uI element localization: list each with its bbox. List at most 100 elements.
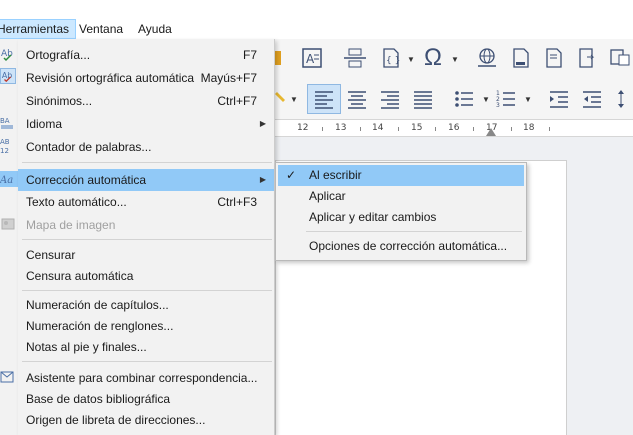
autocorrect-icon: Aa	[0, 171, 18, 187]
menu-item-auto-spellcheck[interactable]: Revisión ortográfica automática Mayús+F7	[18, 67, 274, 89]
menu-item-redact[interactable]: Censurar	[18, 244, 274, 266]
omega-icon[interactable]: Ω	[421, 46, 445, 70]
highlight-icon-partial[interactable]	[275, 88, 287, 112]
justify-icon[interactable]	[411, 88, 435, 112]
menu-item-label: Sinónimos...	[26, 94, 93, 108]
language-icon: BA	[0, 115, 16, 131]
ruler-tick	[511, 127, 512, 131]
menu-item-label: Numeración de capítulos...	[26, 298, 169, 312]
submenu-separator	[306, 231, 522, 232]
image-map-icon	[0, 216, 16, 232]
submenu-arrow-icon: ▶	[259, 175, 266, 184]
menu-item-bibliography-database[interactable]: Base de datos bibliográfica	[18, 388, 274, 410]
globe-icon[interactable]	[475, 47, 499, 71]
submenu-item-label: Aplicar y editar cambios	[309, 210, 437, 224]
menu-item-chapter-numbering[interactable]: Numeración de capítulos...	[18, 294, 274, 316]
auto-spellcheck-icon: Ab	[0, 68, 16, 84]
menu-item-shortcut: Ctrl+F3	[217, 195, 257, 209]
menu-item-label: Texto automático...	[26, 195, 127, 209]
menu-item-label: Asistente para combinar correspondencia.…	[26, 371, 258, 385]
mail-merge-icon	[0, 369, 16, 385]
menu-item-label: Idioma	[26, 117, 63, 131]
menu-item-autocorrect[interactable]: Corrección automática ▶	[18, 169, 274, 191]
menu-help[interactable]: Ayuda	[132, 19, 178, 39]
svg-text:BA: BA	[0, 117, 10, 125]
ruler-tick	[360, 127, 361, 131]
menu-item-mail-merge-wizard[interactable]: Asistente para combinar correspondencia.…	[18, 367, 274, 389]
menu-tools[interactable]: Herramientas	[0, 19, 77, 39]
menu-item-shortcut: F7	[242, 48, 257, 62]
align-right-icon[interactable]	[378, 88, 402, 112]
footnote-icon[interactable]	[509, 47, 533, 71]
align-left-icon[interactable]	[312, 88, 336, 112]
menu-window-label: Ventana	[79, 22, 124, 36]
horizontal-ruler[interactable]: 12 13 14 15 16 17 18	[275, 119, 633, 137]
menu-item-label: Censurar	[26, 248, 76, 262]
menu-item-word-count[interactable]: Contador de palabras...	[18, 136, 274, 158]
bullets-dropdown-arrow[interactable]: ▼	[482, 95, 490, 104]
menu-tools-label: Herramientas	[0, 22, 70, 36]
ruler-label-16: 16	[448, 123, 460, 133]
highlight-dropdown-arrow[interactable]: ▼	[290, 95, 298, 104]
menu-item-line-numbering[interactable]: Numeración de renglones...	[18, 315, 274, 337]
menu-item-footnotes-endnotes[interactable]: Notas al pie y finales...	[18, 336, 274, 358]
field-icon[interactable]: { }	[379, 47, 403, 71]
menubar: Herramientas Ventana Ayuda	[0, 19, 633, 39]
svg-text:3: 3	[496, 102, 500, 109]
align-center-icon[interactable]	[345, 88, 369, 112]
menu-item-autotext[interactable]: Texto automático... Ctrl+F3	[18, 191, 274, 213]
menu-item-auto-redact[interactable]: Censura automática	[18, 265, 274, 287]
ruler-tick	[398, 127, 399, 131]
submenu-item-label: Aplicar	[309, 189, 346, 203]
submenu-item-autocorrect-options[interactable]: Opciones de corrección automática...	[278, 236, 524, 257]
ruler-label-14: 14	[372, 123, 384, 133]
submenu-item-while-typing[interactable]: ✓ Al escribir	[278, 165, 524, 186]
ruler-tick	[473, 127, 474, 131]
menu-separator	[22, 361, 272, 362]
field-dropdown-arrow[interactable]: ▼	[407, 55, 415, 64]
word-count-icon: AB 12	[0, 137, 16, 155]
menu-item-image-map[interactable]: Mapa de imagen	[18, 214, 274, 236]
menu-item-spelling[interactable]: Ortografía... F7	[18, 44, 274, 66]
menu-item-label: Notas al pie y finales...	[26, 340, 147, 354]
page-break-icon[interactable]	[343, 47, 367, 71]
numbered-list-icon[interactable]: 123	[494, 88, 518, 112]
menu-item-thesaurus[interactable]: Sinónimos... Ctrl+F7	[18, 90, 274, 112]
menu-help-label: Ayuda	[138, 22, 172, 36]
svg-text:AB: AB	[0, 138, 10, 146]
ruler-tick	[549, 127, 550, 131]
cross-reference-icon[interactable]	[576, 47, 600, 71]
menu-item-address-book-source[interactable]: Origen de libreta de direcciones...	[18, 409, 274, 431]
comment-icon[interactable]	[608, 47, 632, 71]
svg-text:Ab: Ab	[1, 49, 13, 59]
ruler-label-12: 12	[297, 123, 309, 133]
svg-text:Aa: Aa	[0, 175, 13, 186]
line-spacing-icon[interactable]	[616, 88, 633, 112]
bullet-list-icon[interactable]	[452, 88, 476, 112]
ruler-indent-marker[interactable]	[486, 128, 496, 136]
svg-text:{ }: { }	[386, 56, 400, 66]
submenu-arrow-icon: ▶	[259, 119, 266, 128]
menu-item-shortcut: Mayús+F7	[200, 71, 257, 85]
menu-item-label: Origen de libreta de direcciones...	[26, 413, 206, 427]
menu-item-label: Ortografía...	[26, 48, 91, 62]
format-icon-partial[interactable]	[275, 47, 283, 71]
ruler-tick	[322, 127, 323, 131]
submenu-item-label: Al escribir	[309, 168, 362, 182]
menu-window[interactable]: Ventana	[73, 19, 129, 39]
endnote-icon[interactable]	[542, 47, 566, 71]
menu-item-language[interactable]: Idioma ▶	[18, 113, 274, 135]
decrease-indent-icon[interactable]	[580, 88, 604, 112]
submenu-item-apply-and-edit[interactable]: Aplicar y editar cambios	[278, 207, 524, 228]
menu-item-shortcut: Ctrl+F7	[217, 94, 257, 108]
menu-item-label: Contador de palabras...	[26, 140, 152, 154]
menu-item-label: Mapa de imagen	[26, 218, 116, 232]
numbering-dropdown-arrow[interactable]: ▼	[524, 95, 532, 104]
submenu-item-apply[interactable]: Aplicar	[278, 186, 524, 207]
menu-separator	[22, 162, 272, 163]
text-box-icon[interactable]: A	[300, 47, 324, 71]
menu-item-label: Corrección automática	[26, 173, 147, 187]
special-char-dropdown-arrow[interactable]: ▼	[451, 55, 459, 64]
increase-indent-icon[interactable]	[547, 88, 571, 112]
submenu-item-label: Opciones de corrección automática...	[309, 239, 508, 253]
